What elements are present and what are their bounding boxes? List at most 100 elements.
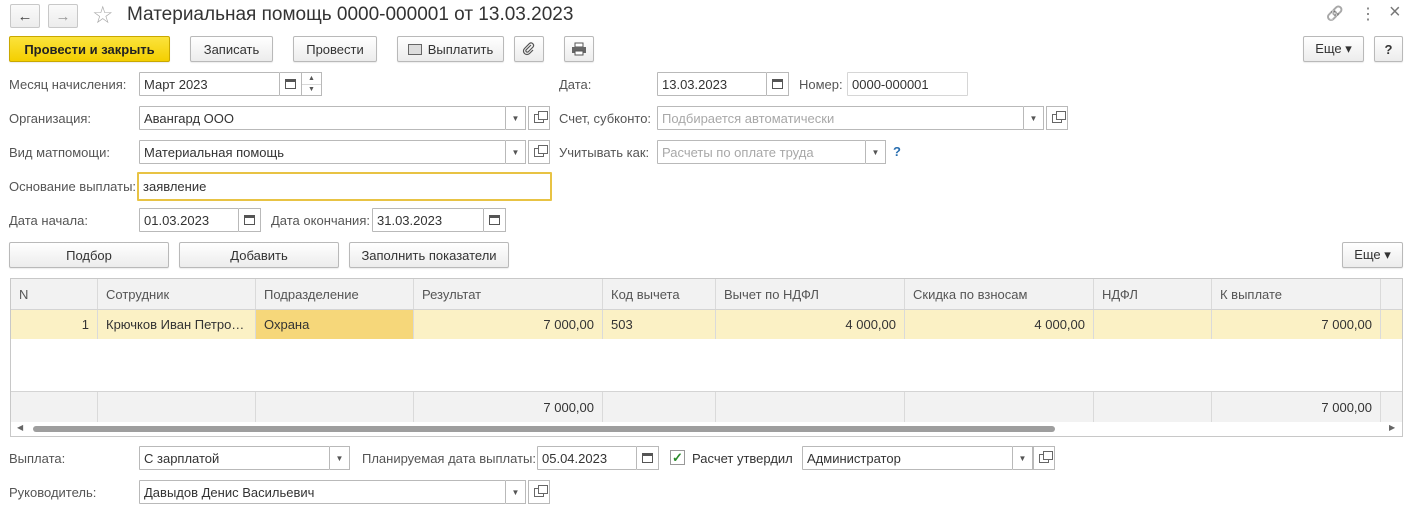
account-dropdown[interactable]: ▼: [1024, 106, 1044, 130]
column-header[interactable]: Код вычета: [603, 279, 716, 309]
open-icon: [534, 484, 548, 497]
link-icon[interactable]: 🔗: [1326, 5, 1343, 22]
deduction-code-cell[interactable]: 503: [603, 310, 716, 339]
manager-open-button[interactable]: [528, 480, 550, 504]
number-field[interactable]: 0000-000001: [847, 72, 968, 96]
back-button[interactable]: ←: [10, 4, 40, 28]
month-calendar-button[interactable]: [280, 72, 302, 96]
date-field[interactable]: 13.03.2023: [657, 72, 767, 96]
attach-button[interactable]: [514, 36, 544, 62]
spin-up-icon[interactable]: ▲: [302, 73, 321, 85]
aid-type-open-button[interactable]: [528, 140, 550, 164]
employees-table[interactable]: N Сотрудник Подразделение Результат Код …: [10, 278, 1403, 437]
manager-field[interactable]: Давыдов Денис Васильевич: [139, 480, 506, 504]
month-spinner[interactable]: ▲ ▼: [302, 72, 322, 96]
end-date-field[interactable]: 31.03.2023: [372, 208, 484, 232]
aid-type-field[interactable]: Материальная помощь: [139, 140, 506, 164]
account-as-field[interactable]: Расчеты по оплате труда: [657, 140, 866, 164]
chevron-down-icon: ▼: [1029, 113, 1038, 123]
approved-checkbox[interactable]: ✓: [670, 450, 685, 465]
spin-down-icon[interactable]: ▼: [302, 85, 321, 96]
column-header[interactable]: N: [11, 279, 98, 309]
scroll-right-icon[interactable]: ▶: [1389, 423, 1395, 432]
scroll-left-icon[interactable]: ◀: [17, 423, 23, 432]
table-footer: 7 000,00 7 000,00: [11, 391, 1402, 422]
payment-field[interactable]: С зарплатой: [139, 446, 330, 470]
pick-button[interactable]: Подбор: [9, 242, 169, 268]
pay-button[interactable]: Выплатить: [397, 36, 504, 62]
help-button[interactable]: ?: [1374, 36, 1403, 62]
contributions-discount-cell[interactable]: 4 000,00: [905, 310, 1094, 339]
save-button[interactable]: Записать: [190, 36, 273, 62]
open-icon: [1052, 110, 1066, 123]
basis-field[interactable]: заявление: [137, 172, 552, 201]
post-and-close-button[interactable]: Провести и закрыть: [9, 36, 170, 62]
approver-field[interactable]: Администратор: [802, 446, 1013, 470]
to-pay-cell[interactable]: 7 000,00: [1212, 310, 1381, 339]
department-cell[interactable]: Охрана: [256, 310, 414, 339]
chevron-down-icon: ▼: [511, 487, 520, 497]
column-header[interactable]: Скидка по взносам: [905, 279, 1094, 309]
post-button[interactable]: Провести: [293, 36, 377, 62]
help-icon[interactable]: ?: [893, 144, 901, 159]
column-header[interactable]: К выплате: [1212, 279, 1381, 309]
result-cell[interactable]: 7 000,00: [414, 310, 603, 339]
organization-field[interactable]: Авангард ООО: [139, 106, 506, 130]
more-menu-icon[interactable]: ⋮: [1360, 4, 1376, 24]
calendar-icon: [244, 215, 255, 225]
chevron-down-icon: ▼: [871, 147, 880, 157]
chevron-down-icon: ▼: [511, 113, 520, 123]
start-date-calendar-button[interactable]: [239, 208, 261, 232]
month-field[interactable]: Март 2023: [139, 72, 280, 96]
ndfl-deduction-cell[interactable]: 4 000,00: [716, 310, 905, 339]
row-number[interactable]: 1: [11, 310, 98, 339]
column-header[interactable]: Сотрудник: [98, 279, 256, 309]
calendar-icon: [642, 453, 653, 463]
close-icon[interactable]: ×: [1389, 1, 1401, 24]
manager-dropdown[interactable]: ▼: [506, 480, 526, 504]
end-date-calendar-button[interactable]: [484, 208, 506, 232]
ndfl-cell[interactable]: [1094, 310, 1212, 339]
page-title: Материальная помощь 0000-000001 от 13.03…: [127, 4, 574, 25]
more-button[interactable]: Еще ▾: [1303, 36, 1364, 62]
column-header[interactable]: НДФЛ: [1094, 279, 1212, 309]
total-cell: [716, 392, 905, 422]
date-calendar-button[interactable]: [767, 72, 789, 96]
table-more-button[interactable]: Еще ▾: [1342, 242, 1403, 268]
column-header[interactable]: Подразделение: [256, 279, 414, 309]
total-cell: [11, 392, 98, 422]
fill-indicators-button[interactable]: Заполнить показатели: [349, 242, 509, 268]
scrollbar-thumb[interactable]: [33, 426, 1055, 432]
calendar-icon: [772, 79, 783, 89]
forward-button[interactable]: →: [48, 4, 78, 28]
star-icon[interactable]: ☆: [92, 1, 114, 30]
column-header[interactable]: Результат: [414, 279, 603, 309]
account-as-dropdown[interactable]: ▼: [866, 140, 886, 164]
print-button[interactable]: [564, 36, 594, 62]
total-cell: [905, 392, 1094, 422]
column-header[interactable]: Вычет по НДФЛ: [716, 279, 905, 309]
planned-date-calendar-button[interactable]: [637, 446, 659, 470]
payment-label: Выплата:: [9, 451, 66, 466]
printer-icon: [572, 42, 586, 56]
planned-date-field[interactable]: 05.04.2023: [537, 446, 637, 470]
payment-dropdown[interactable]: ▼: [330, 446, 350, 470]
table-header: N Сотрудник Подразделение Результат Код …: [11, 279, 1402, 310]
start-date-field[interactable]: 01.03.2023: [139, 208, 239, 232]
back-icon: ←: [17, 7, 33, 25]
account-open-button[interactable]: [1046, 106, 1068, 130]
add-button[interactable]: Добавить: [179, 242, 339, 268]
open-icon: [534, 110, 548, 123]
approver-open-button[interactable]: [1033, 446, 1055, 470]
table-row[interactable]: 1 Крючков Иван Петро… Охрана 7 000,00 50…: [11, 310, 1402, 339]
total-cell: [1094, 392, 1212, 422]
organization-dropdown[interactable]: ▼: [506, 106, 526, 130]
horizontal-scrollbar[interactable]: ◀ ▶: [11, 422, 1402, 436]
account-field[interactable]: Подбирается автоматически: [657, 106, 1024, 130]
planned-date-label: Планируемая дата выплаты:: [362, 451, 536, 466]
aid-type-dropdown[interactable]: ▼: [506, 140, 526, 164]
organization-open-button[interactable]: [528, 106, 550, 130]
approver-dropdown[interactable]: ▼: [1013, 446, 1033, 470]
manager-label: Руководитель:: [9, 485, 97, 500]
employee-cell[interactable]: Крючков Иван Петро…: [98, 310, 256, 339]
